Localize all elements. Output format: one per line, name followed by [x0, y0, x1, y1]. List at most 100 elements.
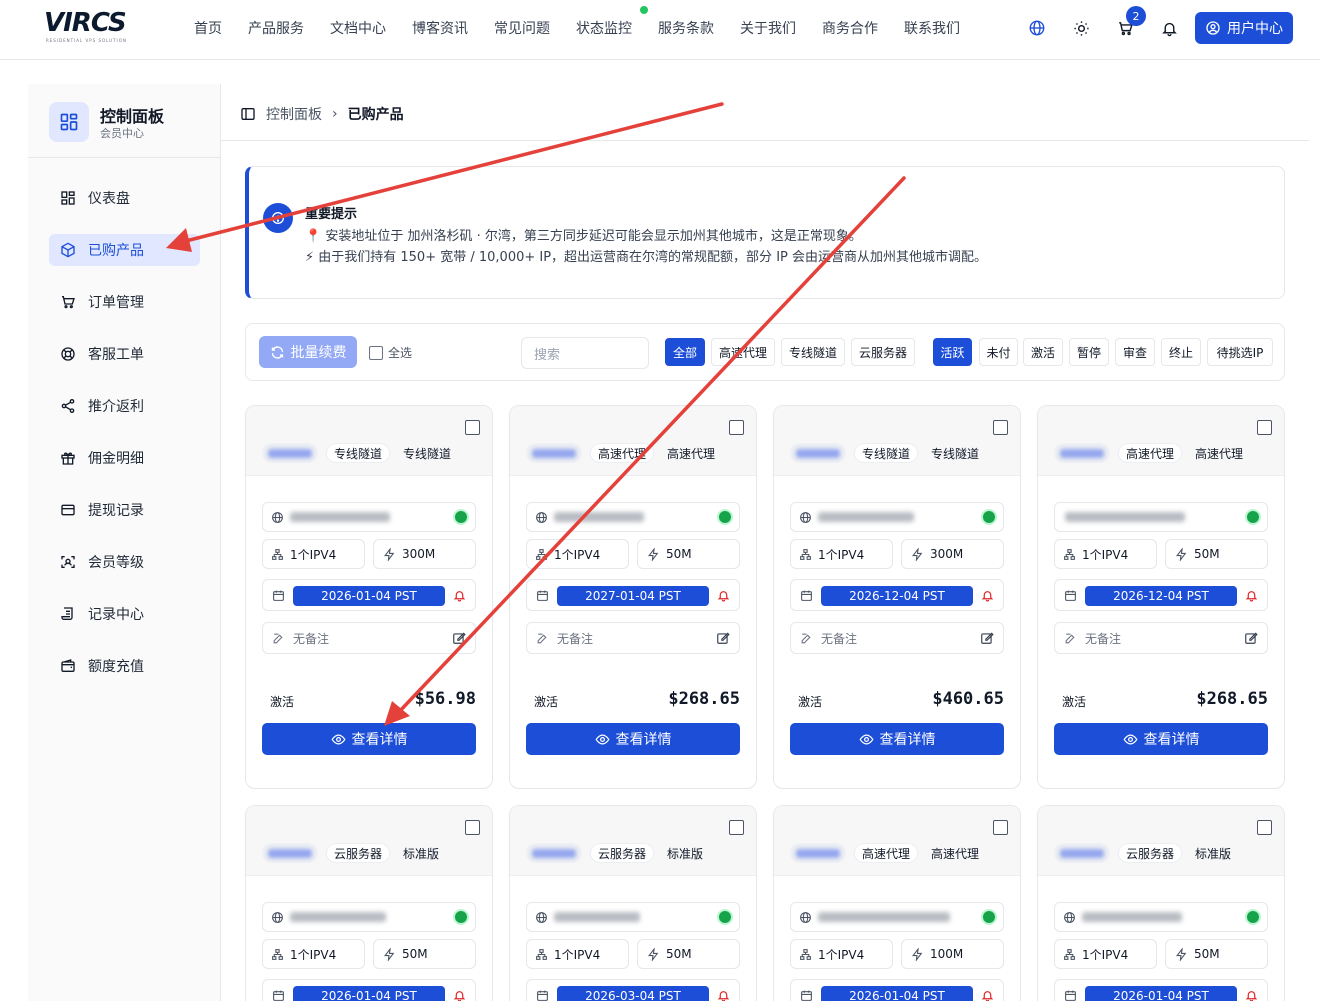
ip-address-field[interactable]: [526, 902, 740, 932]
nav-contact[interactable]: 联系我们: [904, 18, 960, 38]
sidebar-item-commission[interactable]: 佣金明细: [49, 442, 200, 474]
nav-about[interactable]: 关于我们: [740, 18, 796, 38]
card-checkbox[interactable]: [993, 420, 1008, 435]
nav-faq[interactable]: 常见问题: [494, 18, 550, 38]
batch-renew-button[interactable]: 批量续费: [259, 336, 357, 368]
sidebar-item-recharge[interactable]: 额度充值: [49, 650, 200, 682]
sidebar-item-tickets[interactable]: 客服工单: [49, 338, 200, 370]
bandwidth: 50M: [637, 939, 740, 969]
ip-count: 1个IPV4: [1054, 939, 1157, 969]
site-logo[interactable]: VIRCS RESIDENTIAL VPS SOLUTION: [44, 8, 136, 44]
renewal-bell-icon[interactable]: [1245, 589, 1258, 602]
online-status-dot: [1247, 511, 1259, 523]
price: $268.65: [668, 689, 740, 709]
nav-home[interactable]: 首页: [194, 18, 222, 38]
card-checkbox[interactable]: [465, 820, 480, 835]
chip-status-activated[interactable]: 激活: [1023, 338, 1063, 366]
theme-sun-icon[interactable]: [1070, 17, 1092, 39]
product-id-badge: [790, 443, 846, 463]
view-details-button[interactable]: 查看详情: [1054, 723, 1268, 755]
nav-status[interactable]: 状态监控: [576, 18, 632, 38]
globe-icon: [536, 911, 547, 923]
chip-type-cloud[interactable]: 云服务器: [851, 338, 915, 366]
sidebar-item-purchased[interactable]: 已购产品: [49, 234, 200, 266]
sidebar-toggle-icon[interactable]: [240, 106, 256, 122]
product-card: 专线隧道 专线隧道 1个IPV4 300M 2026-12-04 PST 无备注…: [773, 405, 1021, 789]
select-all-checkbox[interactable]: [369, 345, 383, 360]
renewal-bell-icon[interactable]: [453, 589, 466, 602]
logo-text: VIRCS: [44, 8, 127, 38]
sidebar-item-label: 推介返利: [88, 399, 144, 415]
edit-icon[interactable]: [716, 631, 730, 645]
calendar-icon: [801, 990, 812, 1001]
redacted-ip: [1082, 912, 1182, 922]
nav-terms[interactable]: 服务条款: [658, 18, 714, 38]
sidebar-item-records[interactable]: 记录中心: [49, 598, 200, 630]
renewal-bell-icon[interactable]: [1245, 989, 1258, 1001]
search-input[interactable]: 搜索: [521, 337, 649, 369]
bandwidth-value: 50M: [1194, 947, 1220, 961]
sidebar-item-withdrawals[interactable]: 提现记录: [49, 494, 200, 526]
select-all[interactable]: 全选: [369, 344, 412, 361]
edit-icon[interactable]: [452, 631, 466, 645]
chip-type-tunnel[interactable]: 专线隧道: [781, 338, 845, 366]
view-details-label: 查看详情: [351, 732, 408, 748]
chip-status-review[interactable]: 审查: [1115, 338, 1155, 366]
sidebar-item-orders[interactable]: 订单管理: [49, 286, 200, 318]
chip-type-all[interactable]: 全部: [665, 338, 705, 366]
remark-row[interactable]: 无备注: [262, 622, 476, 654]
breadcrumb-root[interactable]: 控制面板: [266, 104, 322, 124]
card-checkbox[interactable]: [993, 820, 1008, 835]
edit-icon[interactable]: [1244, 631, 1258, 645]
sidebar-item-membership[interactable]: 会员等级: [49, 546, 200, 578]
ip-address-field[interactable]: [790, 902, 1004, 932]
card-checkbox[interactable]: [729, 420, 744, 435]
chip-type-proxy[interactable]: 高速代理: [711, 338, 775, 366]
sidebar-item-dashboard[interactable]: 仪表盘: [49, 182, 200, 214]
nav-blog[interactable]: 博客资讯: [412, 18, 468, 38]
view-details-button[interactable]: 查看详情: [262, 723, 476, 755]
redacted-id: [1060, 848, 1104, 858]
ip-address-field[interactable]: [262, 902, 476, 932]
card-header: [510, 406, 756, 476]
renewal-bell-icon[interactable]: [717, 589, 730, 602]
card-checkbox[interactable]: [1257, 820, 1272, 835]
chip-status-unpaid[interactable]: 未付: [979, 338, 1018, 366]
remark-row[interactable]: 无备注: [526, 622, 740, 654]
nav-products[interactable]: 产品服务: [248, 18, 304, 38]
product-id-badge: [1054, 443, 1110, 463]
globe-icon[interactable]: [1026, 17, 1048, 39]
edit-icon[interactable]: [980, 631, 994, 645]
ip-address-field[interactable]: [262, 502, 476, 532]
user-center-button[interactable]: 用户中心: [1195, 12, 1293, 44]
bandwidth-value: 50M: [402, 947, 428, 961]
remark-row[interactable]: 无备注: [1054, 622, 1268, 654]
card-checkbox[interactable]: [1257, 420, 1272, 435]
card-checkbox[interactable]: [729, 820, 744, 835]
ip-address-field[interactable]: [1054, 502, 1268, 532]
renewal-bell-icon[interactable]: [453, 989, 466, 1001]
card-checkbox[interactable]: [465, 420, 480, 435]
remark-row[interactable]: 无备注: [790, 622, 1004, 654]
sidebar-title: 控制面板: [100, 107, 165, 126]
renewal-bell-icon[interactable]: [981, 589, 994, 602]
chip-status-pick-ip[interactable]: 待挑选IP: [1207, 338, 1273, 366]
view-details-button[interactable]: 查看详情: [526, 723, 740, 755]
nav-docs[interactable]: 文档中心: [330, 18, 386, 38]
chip-status-active[interactable]: 活跃: [933, 338, 972, 366]
ip-address-field[interactable]: [1054, 902, 1268, 932]
chip-status-paused[interactable]: 暂停: [1069, 338, 1109, 366]
bell-icon[interactable]: [1158, 17, 1180, 39]
nav-business[interactable]: 商务合作: [822, 18, 878, 38]
product-card: 高速代理 高速代理 1个IPV4 100M 2026-01-04 PST: [773, 805, 1021, 1001]
sidebar-item-referral[interactable]: 推介返利: [49, 390, 200, 422]
view-details-label: 查看详情: [1143, 732, 1200, 748]
ip-count: 1个IPV4: [262, 939, 365, 969]
renewal-bell-icon[interactable]: [717, 989, 730, 1001]
view-details-button[interactable]: 查看详情: [790, 723, 1004, 755]
ip-count: 1个IPV4: [526, 939, 629, 969]
chip-status-terminated[interactable]: 终止: [1161, 338, 1201, 366]
renewal-bell-icon[interactable]: [981, 989, 994, 1001]
ip-address-field[interactable]: [526, 502, 740, 532]
ip-address-field[interactable]: [790, 502, 1004, 532]
